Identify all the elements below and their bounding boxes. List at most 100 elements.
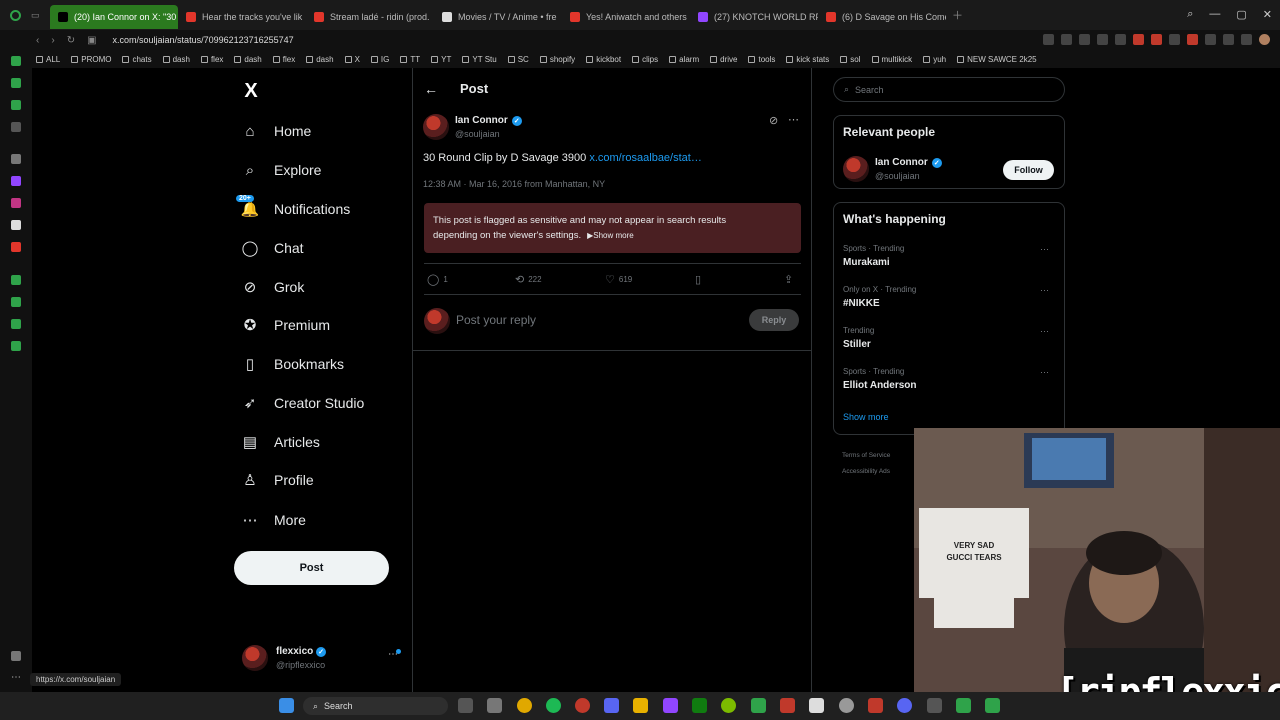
extension-icon[interactable] (1223, 34, 1234, 45)
taskbar-app-icon[interactable] (751, 698, 766, 713)
back-arrow-icon[interactable]: ← (424, 81, 438, 97)
taskbar-app-icon[interactable] (897, 698, 912, 713)
chatgpt-icon[interactable] (839, 698, 854, 713)
extension-icon[interactable] (1169, 34, 1180, 45)
nav-item-home[interactable]: ⌂ Home (240, 119, 311, 143)
instagram-icon[interactable] (11, 198, 21, 208)
taskbar-app-icon[interactable] (487, 698, 502, 713)
profile-avatar-icon[interactable] (1259, 34, 1270, 45)
accessibility-link[interactable]: Accessibility Ads (842, 464, 890, 480)
show-more-link[interactable]: ▶Show more (587, 231, 634, 240)
more-options-icon[interactable]: ⋯ (1040, 367, 1049, 378)
extension-icon[interactable] (1205, 34, 1216, 45)
browser-tab[interactable]: (6) D Savage on His Come (818, 5, 946, 29)
extension-icon[interactable] (1115, 34, 1126, 45)
twitch-icon[interactable] (11, 176, 21, 186)
taskbar-app-icon[interactable] (809, 698, 824, 713)
search-icon[interactable]: ⌕ (1187, 8, 1193, 21)
bookmark-item[interactable]: chats (122, 55, 152, 64)
taskbar-search[interactable]: ⌕ Search (303, 697, 448, 715)
bookmark-item[interactable]: dash (234, 55, 262, 64)
terms-link[interactable]: Terms of Service (842, 448, 890, 464)
bookmark-item[interactable]: X (344, 55, 360, 64)
back-icon[interactable]: ‹ (36, 35, 39, 46)
nav-item-premium[interactable]: ✪ Premium (240, 313, 330, 337)
new-tab-icon[interactable]: ＋ (952, 7, 963, 23)
opera-logo-icon[interactable] (10, 9, 21, 21)
bookmark-item[interactable]: ALL (36, 55, 60, 64)
history-icon[interactable] (11, 297, 21, 307)
reply-button[interactable]: Reply (749, 309, 799, 331)
post-button[interactable]: Post (234, 551, 389, 585)
close-icon[interactable]: ✕ (1263, 8, 1272, 21)
browser-tab[interactable]: Hear the tracks you've lik (178, 5, 306, 29)
windows-start-icon[interactable] (279, 698, 294, 713)
reply-input[interactable]: Post your reply (456, 313, 536, 327)
person-handle[interactable]: @souljaian (875, 171, 920, 181)
bookmark-item[interactable]: SC (507, 55, 529, 64)
browser-tab[interactable]: (20) Ian Connor on X: "30 (50, 4, 178, 29)
chrome-icon[interactable] (517, 698, 532, 713)
extension-icon[interactable] (1187, 34, 1198, 45)
bookmark-item[interactable]: sol (840, 55, 861, 64)
nav-item-explore[interactable]: ⌕ Explore (240, 158, 322, 182)
nav-item-more[interactable]: ⋯ More (240, 508, 306, 532)
bookmark-item[interactable]: tools (748, 55, 775, 64)
bookmark-item[interactable]: NEW SAWCE 2k25 (957, 55, 1037, 64)
bookmark-item[interactable]: alarm (669, 55, 699, 64)
extension-icon[interactable] (1097, 34, 1108, 45)
account-switcher[interactable]: flexxico ✓ @ripflexxico ⋯ (242, 645, 402, 673)
like-action[interactable]: ♡ 619 (605, 273, 632, 286)
nav-item-profile[interactable]: ♙ Profile (240, 468, 313, 492)
url-field[interactable]: x.com/souljaian/status/70996212371625574… (113, 35, 294, 45)
bookmark-item[interactable]: dash (306, 55, 334, 64)
bookmark-item[interactable]: shopify (539, 55, 575, 64)
sidebar-app-icon[interactable] (11, 56, 21, 66)
music-icon[interactable] (11, 242, 21, 252)
sidebar-app-icon[interactable] (11, 78, 21, 88)
browser-tab[interactable]: (27) KNOTCH WORLD RP (690, 5, 818, 29)
extension-icon[interactable] (1151, 34, 1162, 45)
bookmark-item[interactable]: IG (370, 55, 389, 64)
trend-item[interactable]: Only on X · Trending #NIKKE ⋯ (843, 285, 1055, 309)
author-avatar[interactable] (423, 114, 449, 140)
bookmark-item[interactable]: dash (162, 55, 190, 64)
taskbar-app-icon[interactable] (956, 698, 971, 713)
xbox-icon[interactable] (692, 698, 707, 713)
x-icon[interactable] (11, 220, 21, 230)
bookmark-item[interactable]: drive (710, 55, 737, 64)
browser-tab[interactable]: Stream ladé - ridin (prod. (306, 5, 434, 29)
taskbar-app-icon[interactable] (985, 698, 1000, 713)
browser-menu[interactable]: ▭ (0, 9, 50, 21)
sidebar-app-icon[interactable] (11, 122, 21, 132)
nav-item-bookmarks[interactable]: ▯ Bookmarks (240, 352, 344, 376)
tab-overview-icon[interactable]: ▭ (31, 10, 40, 21)
repost-action[interactable]: ⟲ 222 (515, 273, 542, 286)
extension-icon[interactable] (1133, 34, 1144, 45)
discord-icon[interactable] (604, 698, 619, 713)
bookmark-item[interactable]: kick stats (786, 55, 829, 64)
x-logo[interactable]: X (241, 80, 261, 103)
task-view-icon[interactable] (458, 698, 473, 713)
bookmark-item[interactable]: PROMO (71, 55, 111, 64)
bookmark-item[interactable]: TT (400, 55, 420, 64)
taskbar-app-icon[interactable] (721, 698, 736, 713)
nav-item-grok[interactable]: ⊘ Grok (240, 275, 305, 299)
bookmark-item[interactable]: flex (272, 55, 295, 64)
grok-icon[interactable]: ⊘ (769, 114, 778, 127)
bookmark-item[interactable]: yuh (923, 55, 946, 64)
extension-icon[interactable] (1043, 34, 1054, 45)
extensions-icon[interactable] (11, 319, 21, 329)
trend-item[interactable]: Sports · Trending Murakami ⋯ (843, 244, 1055, 268)
taskbar-app-icon[interactable] (663, 698, 678, 713)
bookmark-item[interactable]: YT (431, 55, 451, 64)
reload-icon[interactable]: ↻ (67, 35, 75, 46)
sidebar-app-icon[interactable] (11, 100, 21, 110)
opera-icon[interactable] (575, 698, 590, 713)
follow-button[interactable]: Follow (1003, 160, 1054, 180)
taskbar-app-icon[interactable] (780, 698, 795, 713)
browser-tab[interactable]: Movies / TV / Anime • fre (434, 5, 562, 29)
more-options-icon[interactable]: ⋯ (788, 113, 799, 126)
taskbar-app-icon[interactable] (927, 698, 942, 713)
extension-icon[interactable] (1061, 34, 1072, 45)
